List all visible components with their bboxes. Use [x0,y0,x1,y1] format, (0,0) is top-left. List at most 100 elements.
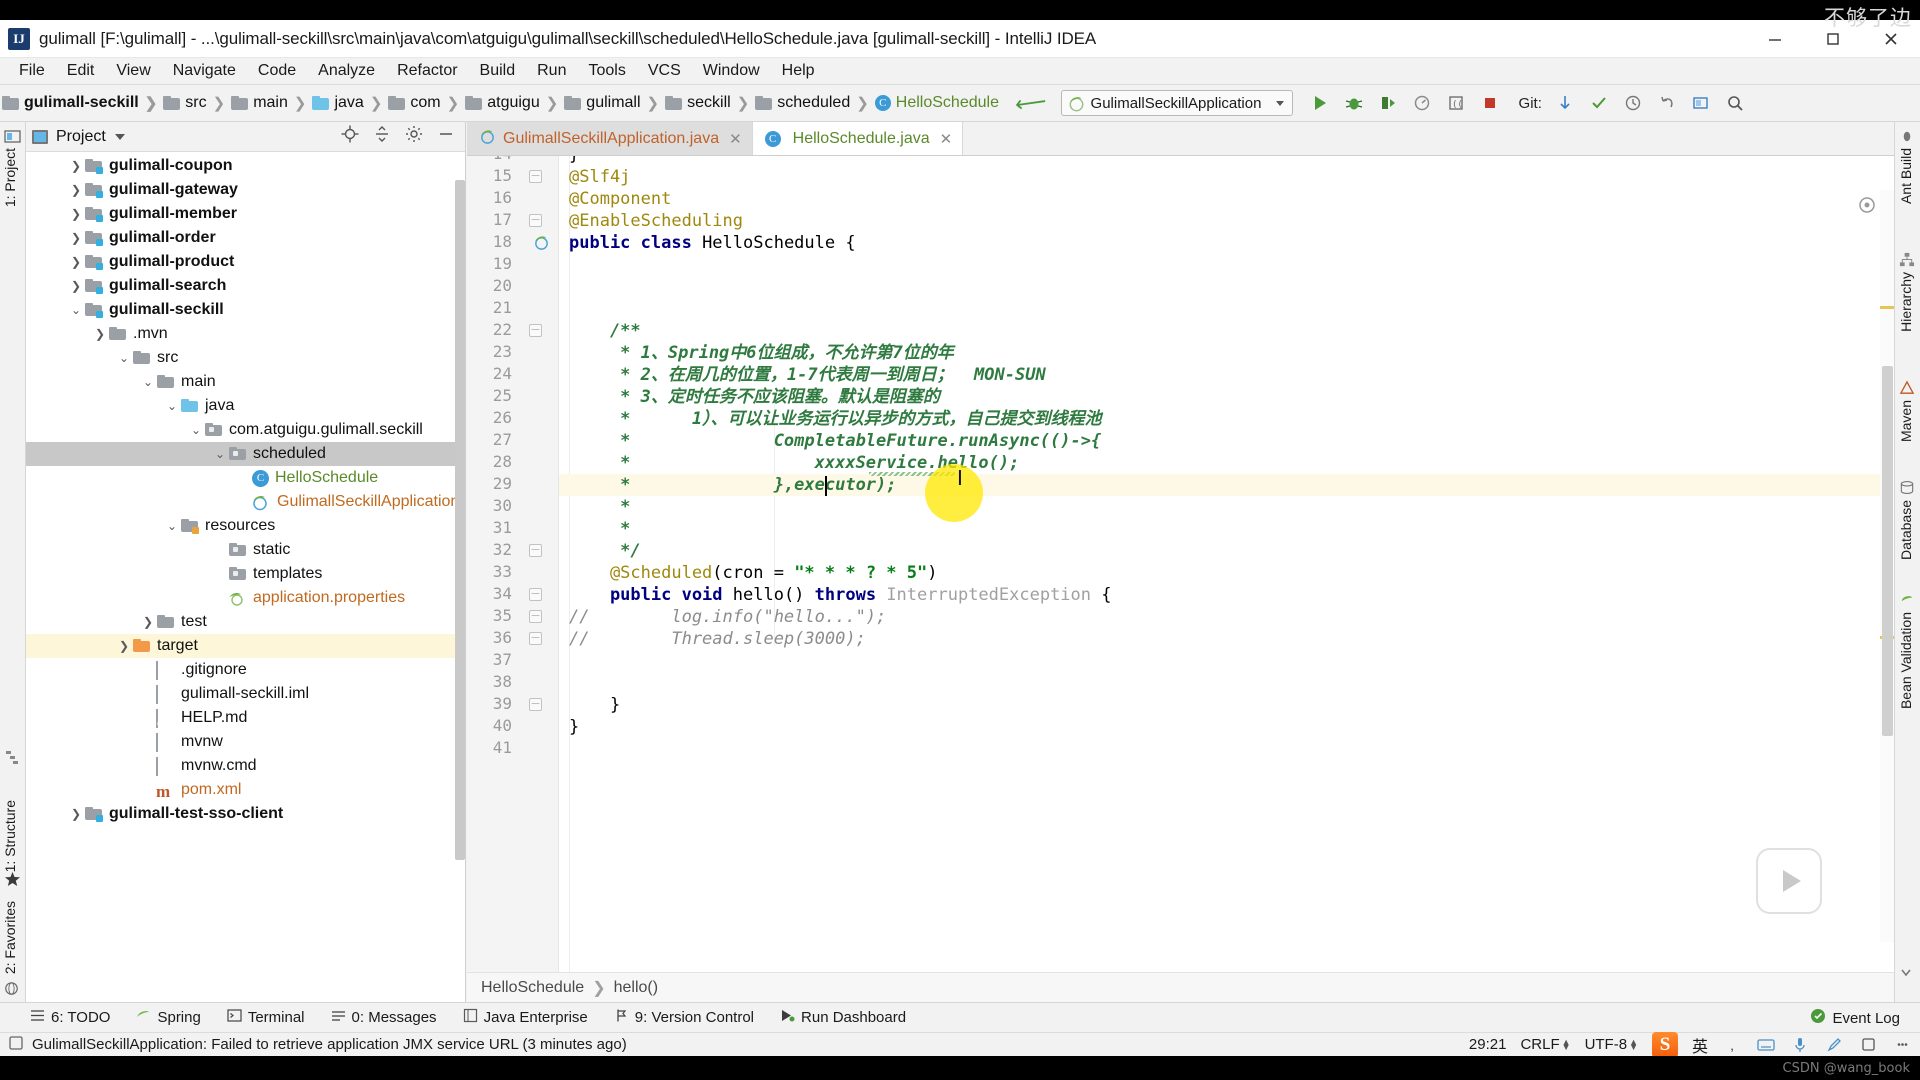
mic-icon[interactable] [1790,1035,1810,1055]
tree-item-scheduled[interactable]: ⌄ scheduled [26,442,465,466]
stop-icon[interactable] [1473,88,1507,118]
toolwindow-java-enterprise[interactable]: Java Enterprise [463,1008,588,1027]
right-rail-item-ant[interactable]: Ant Build [1898,148,1914,204]
tree-item-target[interactable]: ❯ target [26,634,465,658]
toolwindow-run-dashboard[interactable]: Run Dashboard [780,1008,906,1027]
editor-gutter[interactable]: 14 15 16 17 18 19 20 21 22 23 24 25 26 2… [467,156,559,972]
chevron-right-icon[interactable]: ❯ [68,231,84,245]
tree-item-package-com-atguigu-gulimall-seckill[interactable]: ⌄ com.atguigu.gulimall.seckill [26,418,465,442]
toolwindow-spring[interactable]: Spring [136,1008,201,1027]
breadcrumb-item-scheduled[interactable]: scheduled ❯ [755,94,875,112]
search-everywhere-icon[interactable] [1718,88,1752,118]
toolwindow-messages[interactable]: 0: Messages [331,1008,437,1027]
project-tree[interactable]: ❯ gulimall-coupon ❯ gulimall-gateway ❯ g… [26,152,465,1002]
maximize-button[interactable] [1804,20,1862,58]
comma-icon[interactable]: ‚ [1722,1035,1742,1055]
tree-item-mvn[interactable]: ❯ .mvn [26,322,465,346]
close-icon[interactable]: ✕ [940,130,953,148]
menu-icon[interactable] [1892,1035,1912,1055]
chevron-down-icon[interactable]: ⌄ [188,423,204,437]
fold-marker[interactable]: ─ [529,544,543,558]
right-rail-item-maven[interactable]: Maven [1898,400,1914,442]
fold-marker[interactable]: ─ [529,170,543,184]
chevron-down-icon[interactable] [114,133,125,140]
left-rail-item-project[interactable]: 1: Project [2,148,18,207]
menu-tools[interactable]: Tools [577,60,636,82]
minimize-button[interactable] [1746,20,1804,58]
close-button[interactable] [1862,20,1920,58]
chevron-right-icon[interactable]: ❯ [116,639,132,653]
scroll-down-icon[interactable] [1899,965,1916,982]
tree-item-templates[interactable]: ❯ templates [26,562,465,586]
tree-item-gulimall-member[interactable]: ❯ gulimall-member [26,202,465,226]
line-separator-widget[interactable]: CRLF ▲ ▼ [1520,1036,1570,1053]
tree-item-mvnw[interactable]: ❯ mvnw [26,730,465,754]
chevron-right-icon[interactable]: ❯ [68,807,84,821]
chevron-right-icon[interactable]: ❯ [140,615,156,629]
chevron-right-icon[interactable]: ❯ [68,159,84,173]
tree-item-mvnw-cmd[interactable]: ❯ mvnw.cmd [26,754,465,778]
run-configuration-selector[interactable]: GulimallSeckillApplication [1060,90,1293,116]
tree-item-gulimall-coupon[interactable]: ❯ gulimall-coupon [26,154,465,178]
tree-item-pom-xml[interactable]: ❯ m pom.xml [26,778,465,802]
fold-marker[interactable]: ─ [529,588,543,602]
tree-item-static[interactable]: ❯ static [26,538,465,562]
menu-code[interactable]: Code [247,60,307,82]
tree-item-gulimall-search[interactable]: ❯ gulimall-search [26,274,465,298]
editor-tab-gulimallseckillapplication[interactable]: GulimallSeckillApplication.java ✕ [467,122,753,155]
menu-build[interactable]: Build [469,60,527,82]
tree-item-help-md[interactable]: ❯ MD HELP.md [26,706,465,730]
tree-item-main[interactable]: ⌄ main [26,370,465,394]
box-icon[interactable] [1858,1035,1878,1055]
chevron-right-icon[interactable]: ❯ [92,327,108,341]
fold-marker[interactable]: ─ [529,610,543,624]
pen-icon[interactable] [1824,1035,1844,1055]
tree-item-gulimall-product[interactable]: ❯ gulimall-product [26,250,465,274]
tree-item-gulimall-seckill[interactable]: ⌄ gulimall-seckill [26,298,465,322]
tree-item-iml-file[interactable]: ❯ gulimall-seckill.iml [26,682,465,706]
keyboard-icon[interactable] [1756,1035,1776,1055]
git-update-icon[interactable] [1548,88,1582,118]
debug-icon[interactable] [1337,88,1371,118]
menu-navigate[interactable]: Navigate [162,60,247,82]
breadcrumb-item-src[interactable]: src ❯ [163,94,231,112]
tree-item-gulimall-order[interactable]: ❯ gulimall-order [26,226,465,250]
breadcrumb-item-java[interactable]: java ❯ [312,94,388,112]
locate-icon[interactable] [341,125,359,148]
menu-window[interactable]: Window [692,60,771,82]
tree-item-gulimall-gateway[interactable]: ❯ gulimall-gateway [26,178,465,202]
hide-panel-icon[interactable] [437,125,455,148]
gear-icon[interactable] [405,125,423,148]
menu-vcs[interactable]: VCS [637,60,692,82]
encoding-widget[interactable]: UTF-8 ▲ ▼ [1585,1036,1638,1053]
status-message[interactable]: GulimallSeckillApplication: Failed to re… [8,1035,627,1055]
undo-icon[interactable] [1650,88,1684,118]
history-icon[interactable] [1616,88,1650,118]
code-text[interactable]: } @Slf4j @Component @EnableScheduling pu… [559,156,1894,972]
chevron-down-icon[interactable]: ⌄ [164,519,180,533]
breadcrumb-item-class[interactable]: C HelloSchedule [874,94,999,112]
spring-bean-gutter-icon[interactable] [533,234,550,251]
chevron-down-icon[interactable]: ⌄ [68,303,84,317]
fold-marker[interactable]: ─ [529,698,543,712]
editor-breadcrumb-method[interactable]: hello() [614,979,658,997]
editor-breadcrumb-class[interactable]: HelloSchedule [481,979,584,997]
profile-icon[interactable] [1405,88,1439,118]
run-with-coverage-icon[interactable] [1371,88,1405,118]
tree-item-src[interactable]: ⌄ src [26,346,465,370]
breadcrumb-item-main[interactable]: main ❯ [231,94,312,112]
breadcrumb-item-gulimall[interactable]: gulimall ❯ [564,94,665,112]
fold-marker[interactable]: ─ [529,324,543,338]
tree-item-gulimallseckillapplication[interactable]: ❯ GulimallSeckillApplication [26,490,465,514]
select-in-icon[interactable] [1684,88,1718,118]
fold-marker[interactable]: ─ [529,214,543,228]
run-icon[interactable] [1303,88,1337,118]
breadcrumb-item-com[interactable]: com ❯ [388,94,465,112]
left-rail-item-structure[interactable]: 1: Structure [2,800,18,872]
editor-tab-helloschedule[interactable]: C HelloSchedule.java ✕ [752,122,964,155]
tree-item-gulimall-test-sso-client[interactable]: ❯ gulimall-test-sso-client [26,802,465,826]
fold-marker[interactable]: ─ [529,632,543,646]
menu-run[interactable]: Run [526,60,577,82]
breadcrumb-item-seckill[interactable]: seckill ❯ [665,94,755,112]
chevron-right-icon[interactable]: ❯ [68,279,84,293]
